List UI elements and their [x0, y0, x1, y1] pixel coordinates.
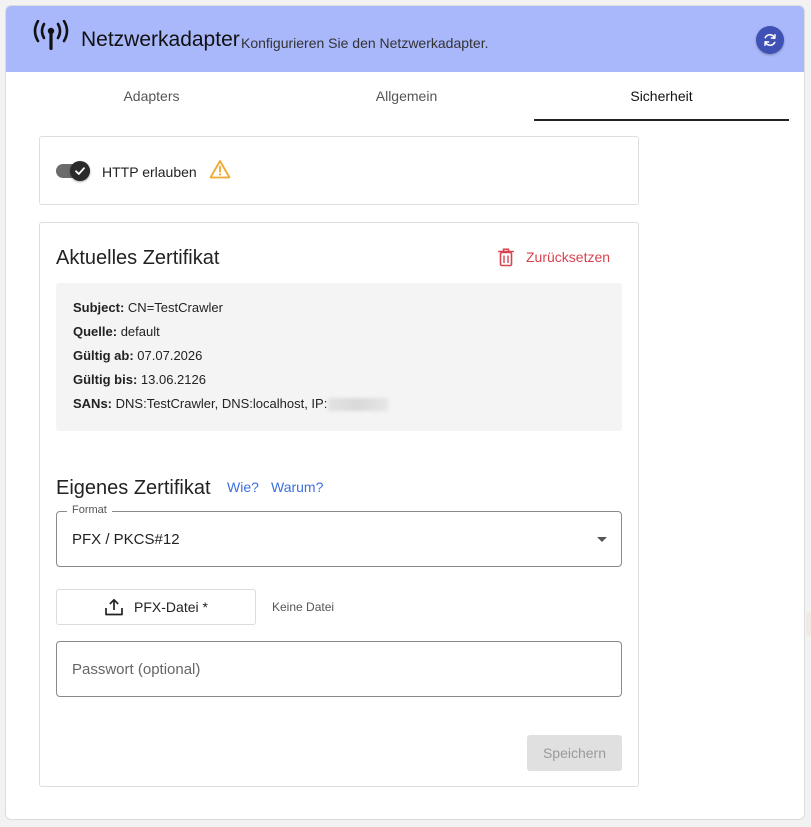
cert-value: default — [120, 324, 160, 339]
cert-row-subject: Subject: CN=TestCrawler — [73, 300, 605, 324]
cert-key: SANs: — [73, 396, 113, 411]
reset-button[interactable]: Zurücksetzen — [498, 245, 610, 269]
current-cert-title: Aktuelles Zertifikat — [56, 247, 220, 269]
how-link[interactable]: Wie? — [227, 479, 259, 495]
why-link[interactable]: Warum? — [271, 479, 323, 495]
file-status: Keine Datei — [272, 600, 335, 614]
edge-decoration — [806, 612, 811, 636]
antenna-icon — [33, 20, 69, 50]
cert-value: 13.06.2126 — [140, 372, 206, 387]
http-card: HTTP erlauben — [39, 136, 639, 205]
cert-value: CN=TestCrawler — [127, 300, 223, 315]
cert-value: 07.07.2026 — [137, 348, 203, 363]
cert-key: Gültig ab: — [73, 348, 134, 363]
cert-key: Gültig bis: — [73, 372, 138, 387]
cert-details: Subject: CN=TestCrawler Quelle: default … — [56, 283, 622, 431]
reset-label: Zurücksetzen — [526, 249, 611, 265]
cert-row-valid-from: Gültig ab: 07.07.2026 — [73, 348, 605, 372]
refresh-button[interactable] — [756, 26, 784, 54]
cert-key: Subject: — [73, 300, 125, 315]
password-field[interactable] — [56, 641, 622, 697]
tab-bar: Adapters Allgemein Sicherheit — [24, 72, 789, 121]
cert-row-sans: SANs: DNS:TestCrawler, DNS:localhost, IP… — [73, 396, 605, 420]
toggle-thumb — [70, 161, 90, 181]
trash-icon — [498, 247, 514, 266]
tab-allgemein[interactable]: Allgemein — [279, 72, 534, 120]
page-subtitle: Konfigurieren Sie den Netzwerkadapter. — [241, 35, 489, 51]
tab-adapters[interactable]: Adapters — [24, 72, 279, 120]
header-bar: Netzwerkadapter Konfigurieren Sie den Ne… — [6, 6, 804, 72]
save-button[interactable]: Speichern — [527, 735, 622, 771]
tab-sicherheit[interactable]: Sicherheit — [534, 72, 789, 121]
refresh-icon — [764, 33, 776, 47]
file-button-label: PFX-Datei * — [134, 599, 208, 615]
own-cert-title: Eigenes Zertifikat — [56, 477, 211, 499]
app-window: Netzwerkadapter Konfigurieren Sie den Ne… — [5, 5, 805, 820]
dropdown-arrow-icon — [597, 537, 607, 542]
check-icon — [75, 167, 85, 175]
upload-icon — [105, 598, 123, 616]
cert-row-valid-to: Gültig bis: 13.06.2126 — [73, 372, 605, 396]
cert-row-source: Quelle: default — [73, 324, 605, 348]
cert-value: DNS:TestCrawler, DNS:localhost, IP: — [115, 396, 328, 411]
format-select[interactable]: Format PFX / PKCS#12 — [56, 504, 622, 567]
http-toggle[interactable] — [56, 161, 92, 181]
warning-icon[interactable] — [209, 159, 231, 179]
page-title: Netzwerkadapter — [81, 28, 240, 51]
cert-key: Quelle: — [73, 324, 118, 339]
http-label: HTTP erlauben — [102, 164, 197, 180]
format-value: PFX / PKCS#12 — [72, 531, 180, 548]
certificate-card: Aktuelles Zertifikat Zurücksetzen Subjec… — [39, 222, 639, 787]
format-label: Format — [67, 504, 112, 516]
file-upload-button[interactable]: PFX-Datei * — [56, 589, 256, 625]
redacted-ip — [328, 398, 389, 412]
